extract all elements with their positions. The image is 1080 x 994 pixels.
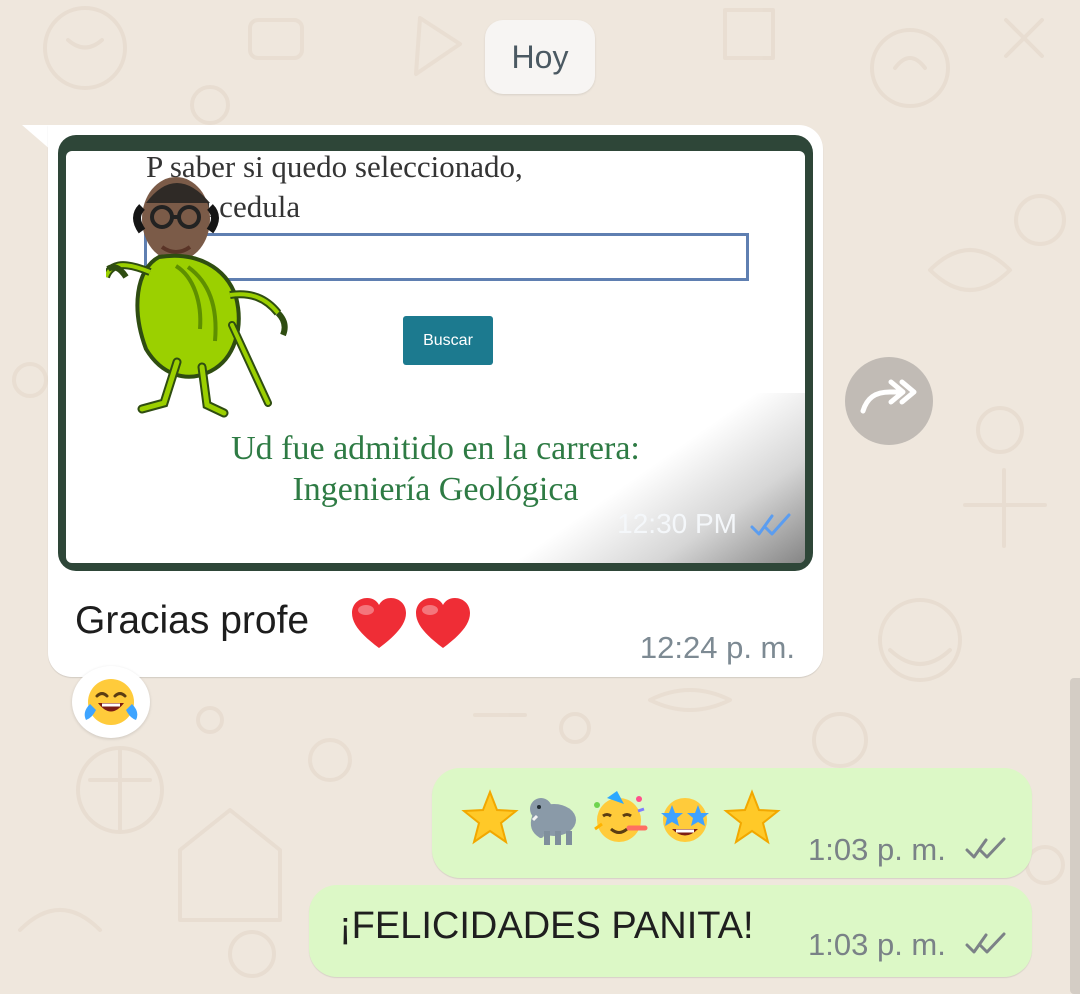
message-caption: Gracias profe — [75, 599, 310, 642]
delivered-ticks-icon — [965, 837, 1006, 859]
incoming-message-time: 12:24 p. m. — [639, 630, 795, 665]
laughing-tears-emoji — [84, 679, 138, 725]
delivered-ticks-icon — [965, 932, 1006, 954]
forward-icon — [860, 379, 917, 414]
elephant-emoji — [530, 798, 576, 845]
shared-image-content: P saber si quedo seleccionado, i e su ce… — [66, 151, 805, 563]
outgoing-text-message[interactable]: ¡FELICIDADES PANITA! 1:03 p. m. — [309, 885, 1032, 977]
party-face-emoji — [594, 791, 648, 842]
search-button: Buscar — [403, 316, 493, 365]
heart-icon — [352, 598, 470, 648]
outgoing-emoji-message[interactable]: 1:03 p. m. — [432, 768, 1032, 878]
emoji-sequence — [461, 789, 781, 845]
outgoing-message-time: 1:03 p. m. — [808, 832, 946, 867]
image-overlay-time: 12:30 PM — [617, 508, 737, 539]
star-struck-emoji — [661, 798, 709, 842]
read-receipt-icon — [750, 513, 791, 536]
grasshopper-sticker — [106, 177, 288, 418]
date-separator: Hoy — [485, 20, 595, 94]
incoming-message-bubble[interactable]: P saber si quedo seleccionado, i e su ce… — [48, 125, 823, 677]
scrollbar-thumb[interactable] — [1070, 678, 1080, 994]
message-reaction[interactable] — [72, 666, 150, 738]
star-emoji — [723, 789, 781, 845]
star-emoji — [461, 789, 519, 845]
shared-image[interactable]: P saber si quedo seleccionado, i e su ce… — [58, 135, 813, 571]
outgoing-message-text: ¡FELICIDADES PANITA! — [339, 905, 754, 947]
outgoing-message-time: 1:03 p. m. — [808, 927, 946, 962]
forward-button[interactable] — [845, 357, 933, 445]
